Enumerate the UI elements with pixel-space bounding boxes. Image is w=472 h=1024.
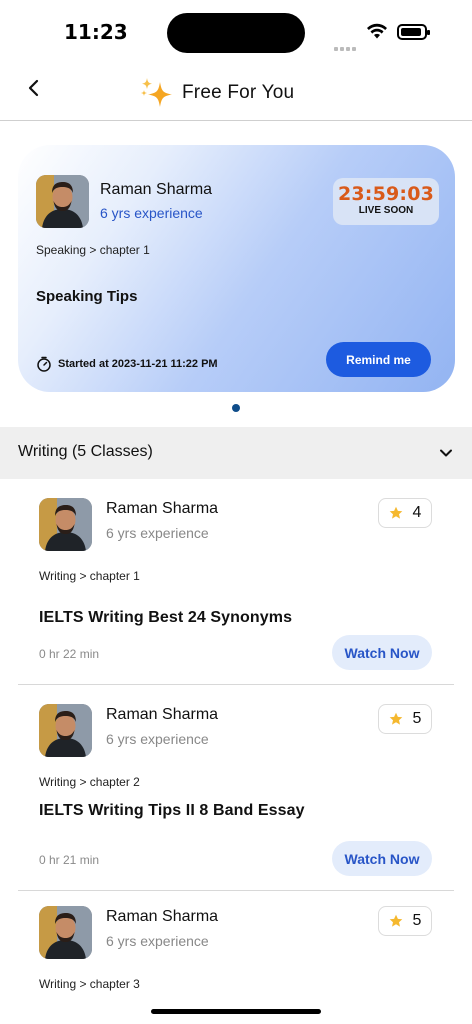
featured-class-card[interactable]: Raman Sharma 6 yrs experience 23:59:03 L…	[18, 145, 455, 392]
wifi-icon	[367, 23, 387, 39]
rating-badge: 5	[378, 704, 432, 734]
teacher-avatar	[39, 906, 92, 959]
watch-now-button[interactable]: Watch Now	[332, 635, 432, 670]
countdown-timer: 23:59:03	[337, 183, 435, 205]
star-icon	[389, 914, 402, 927]
class-breadcrumb: Writing > chapter 2	[39, 775, 140, 789]
watch-now-button[interactable]: Watch Now	[332, 841, 432, 876]
battery-icon	[397, 24, 430, 40]
teacher-avatar	[39, 704, 92, 757]
top-header: Free For You	[0, 64, 472, 121]
class-list-item[interactable]: Raman Sharma 6 yrs experience 5 Writing …	[18, 888, 454, 998]
teacher-name: Raman Sharma	[106, 908, 219, 925]
carousel-page-indicator[interactable]	[232, 404, 240, 412]
star-icon	[389, 506, 402, 519]
class-duration: 0 hr 21 min	[39, 853, 100, 867]
class-title: Speaking Tips	[36, 288, 138, 305]
class-breadcrumb: Writing > chapter 1	[39, 569, 140, 583]
chevron-down-icon	[440, 449, 452, 457]
class-title: IELTS Writing Tips II 8 Band Essay	[39, 802, 305, 819]
page-title: Free For You	[182, 82, 295, 103]
section-title: Writing (5 Classes)	[18, 443, 153, 460]
rating-badge: 4	[378, 498, 432, 528]
teacher-avatar	[39, 498, 92, 551]
started-at-text: Started at 2023-11-21 11:22 PM	[58, 358, 218, 370]
teacher-name: Raman Sharma	[106, 500, 219, 517]
star-icon	[389, 712, 402, 725]
class-breadcrumb: Speaking > chapter 1	[36, 243, 150, 257]
class-duration: 0 hr 22 min	[39, 647, 100, 661]
teacher-experience: 6 yrs experience	[106, 731, 209, 747]
status-time: 11:23	[64, 20, 128, 44]
stopwatch-icon	[37, 356, 51, 372]
countdown-badge: 23:59:03 LIVE SOON	[333, 178, 439, 225]
started-at-row: Started at 2023-11-21 11:22 PM	[36, 356, 218, 372]
chevron-left-icon	[28, 79, 39, 97]
class-title: IELTS Writing Best 24 Synonyms	[39, 609, 293, 626]
home-indicator[interactable]	[151, 1009, 321, 1014]
dynamic-island	[167, 13, 305, 53]
class-list-item[interactable]: Raman Sharma 6 yrs experience 4 Writing …	[18, 480, 454, 685]
rating-value: 5	[412, 912, 422, 929]
teacher-experience: 6 yrs experience	[100, 205, 203, 221]
rating-value: 5	[412, 710, 422, 727]
teacher-avatar	[36, 175, 89, 228]
teacher-name: Raman Sharma	[106, 706, 219, 723]
teacher-name: Raman Sharma	[100, 181, 213, 198]
class-breadcrumb: Writing > chapter 3	[39, 977, 140, 991]
sparkle-icon	[141, 78, 172, 107]
remind-me-button[interactable]: Remind me	[326, 342, 431, 377]
status-bar: 11:23	[0, 0, 472, 64]
back-button[interactable]	[22, 76, 46, 100]
teacher-experience: 6 yrs experience	[106, 525, 209, 541]
writing-section-header[interactable]: Writing (5 Classes)	[0, 427, 472, 479]
teacher-experience: 6 yrs experience	[106, 933, 209, 949]
cellular-signal-icon	[334, 36, 358, 55]
live-status-label: LIVE SOON	[358, 205, 414, 216]
rating-value: 4	[412, 504, 422, 521]
header-title-group: Free For You	[138, 76, 294, 110]
rating-badge: 5	[378, 906, 432, 936]
class-list-item[interactable]: Raman Sharma 6 yrs experience 5 Writing …	[18, 686, 454, 891]
